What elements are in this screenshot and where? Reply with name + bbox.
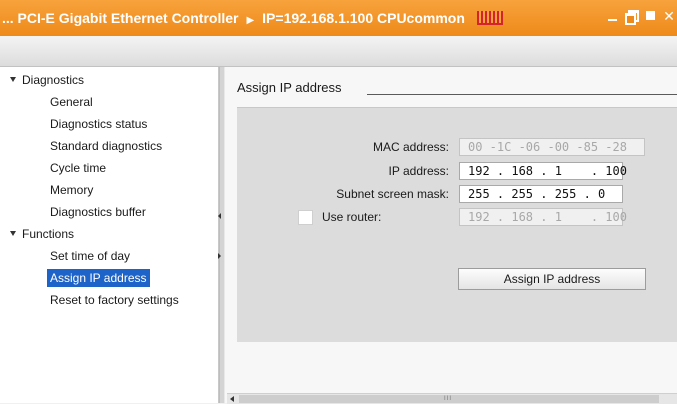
device-name: ... PCI-E Gigabit Ethernet Controller xyxy=(2,10,239,26)
maximize-icon[interactable] xyxy=(644,9,656,23)
status-stripe-icon xyxy=(476,11,503,25)
nav-item-diagnostics-status[interactable]: Diagnostics status xyxy=(50,115,147,133)
nav-item-diagnostics-buffer[interactable]: Diagnostics buffer xyxy=(50,203,146,221)
tree-group-functions[interactable]: Functions xyxy=(10,225,74,243)
minimize-icon[interactable] xyxy=(606,9,618,23)
restore-icon[interactable] xyxy=(625,9,639,25)
collapse-left-icon[interactable] xyxy=(218,213,221,219)
ip-address-label: IP address: xyxy=(388,164,449,178)
window-controls: ✕ xyxy=(606,9,675,25)
breadcrumb-separator-icon: ▶ xyxy=(246,15,255,26)
nav-item-cycle-time[interactable]: Cycle time xyxy=(50,159,106,177)
nav-item-reset-to-factory-settings[interactable]: Reset to factory settings xyxy=(50,291,179,309)
expand-caret-icon[interactable] xyxy=(10,77,16,83)
expand-right-icon[interactable] xyxy=(218,253,221,259)
expand-caret-icon[interactable] xyxy=(10,231,16,237)
content-pane: Assign IP address MAC address: 00 -1C -0… xyxy=(225,67,677,404)
nav-item-memory[interactable]: Memory xyxy=(50,181,93,199)
router-address-field: 192 . 168 . 1 . 100 xyxy=(459,208,627,226)
navigation-tree: Diagnostics General Diagnostics status S… xyxy=(0,67,219,403)
horizontal-scrollbar[interactable]: III xyxy=(227,393,677,404)
assign-ip-panel: MAC address: 00 -1C -06 -00 -85 -28 IP a… xyxy=(237,107,677,342)
tree-group-label: Diagnostics xyxy=(22,73,85,87)
device-target: IP=192.168.1.100 CPUcommon xyxy=(262,10,465,26)
subnet-mask-field[interactable]: 255 . 255 . 255 . 0 xyxy=(459,185,623,203)
use-router-label: Use router: xyxy=(322,210,382,224)
tree-group-label: Functions xyxy=(22,227,75,241)
scrollbar-grip: III xyxy=(444,396,453,402)
nav-item-standard-diagnostics[interactable]: Standard diagnostics xyxy=(50,137,162,155)
close-icon[interactable]: ✕ xyxy=(663,9,675,23)
toolbar xyxy=(0,36,677,67)
mac-address-field: 00 -1C -06 -00 -85 -28 xyxy=(459,138,645,156)
nav-item-general[interactable]: General xyxy=(50,93,93,111)
subnet-mask-label: Subnet screen mask: xyxy=(336,187,449,201)
scrollbar-thumb[interactable]: III xyxy=(239,395,659,403)
section-title: Assign IP address xyxy=(237,80,342,95)
mac-address-label: MAC address: xyxy=(372,140,449,154)
window-titlebar: ... PCI-E Gigabit Ethernet Controller ▶ IP… xyxy=(0,0,677,36)
window-title: ... PCI-E Gigabit Ethernet Controller ▶ IP… xyxy=(2,10,465,26)
assign-ip-address-button[interactable]: Assign IP address xyxy=(458,268,646,290)
nav-item-assign-ip-address[interactable]: Assign IP address xyxy=(47,269,150,287)
tree-group-diagnostics[interactable]: Diagnostics xyxy=(10,71,84,89)
scroll-left-icon[interactable] xyxy=(230,396,234,402)
use-router-checkbox[interactable] xyxy=(298,210,313,225)
ip-address-field[interactable]: 192 . 168 . 1 . 100 xyxy=(459,162,627,180)
nav-item-set-time-of-day[interactable]: Set time of day xyxy=(50,247,130,265)
section-divider xyxy=(367,94,677,95)
